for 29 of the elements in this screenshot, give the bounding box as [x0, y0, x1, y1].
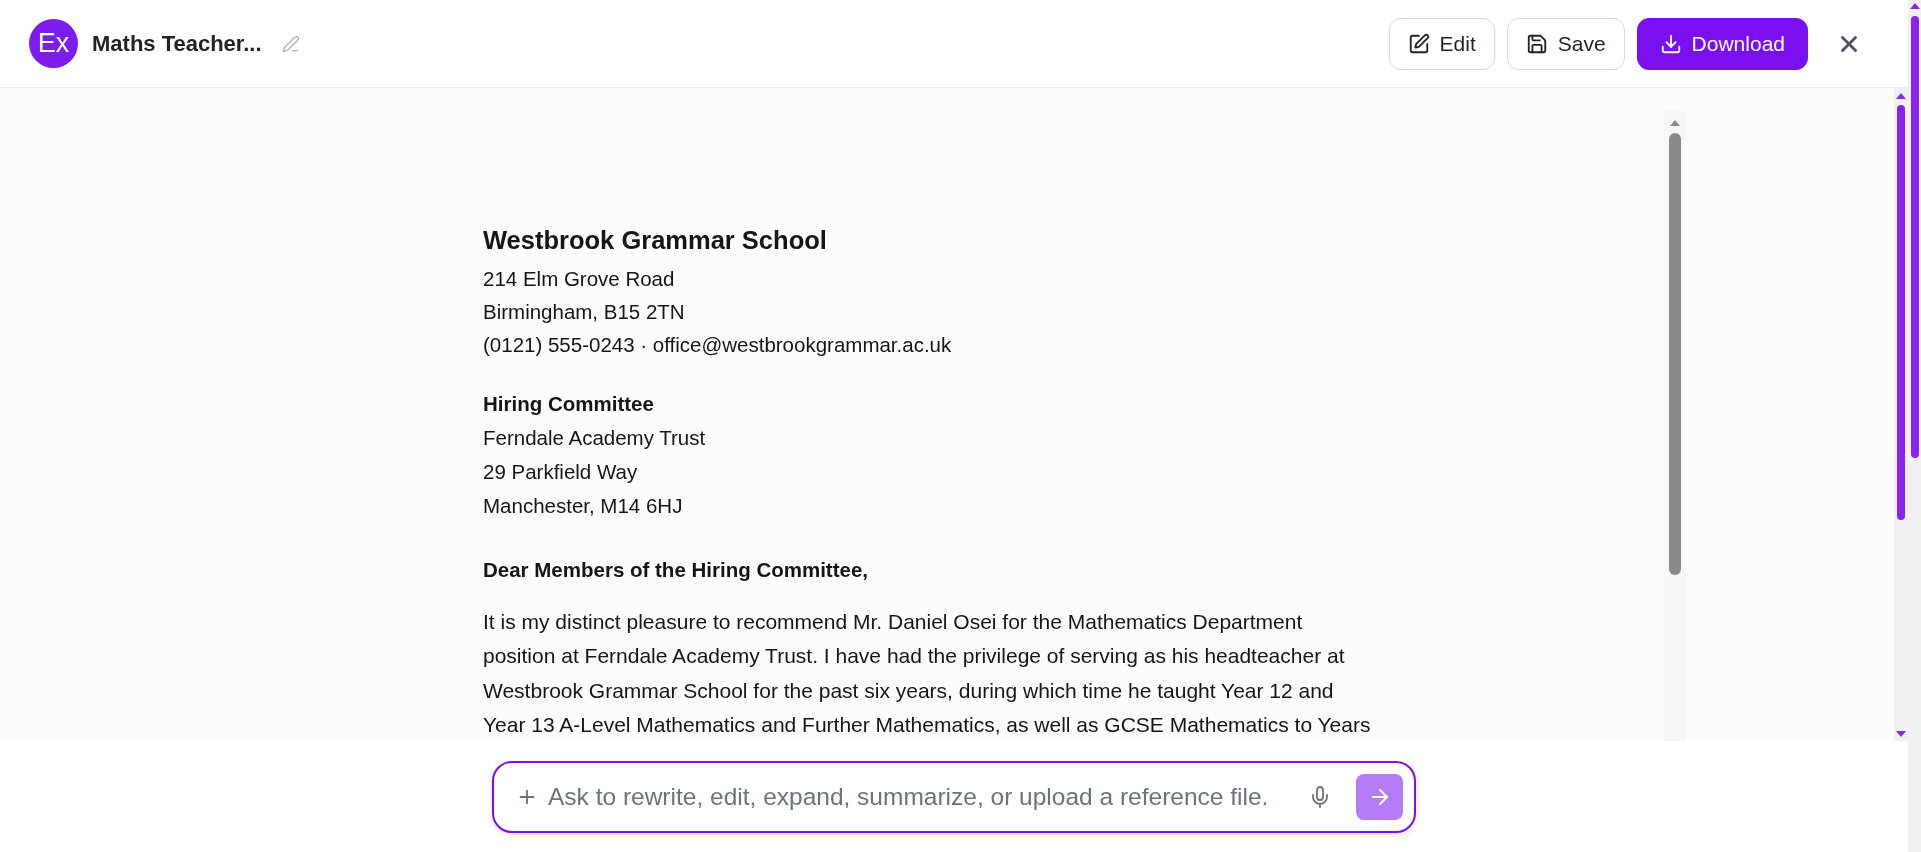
avatar: Ex — [29, 19, 78, 68]
salutation: Dear Members of the Hiring Committee, — [483, 557, 868, 583]
scroll-up-icon[interactable] — [1909, 3, 1920, 9]
scrollbar-thumb[interactable] — [1910, 16, 1919, 458]
download-icon — [1659, 32, 1682, 55]
address-line: (0121) 555-0243 · office@westbrookgrammar.ac.uk — [483, 332, 952, 358]
save-button[interactable]: Save — [1506, 17, 1625, 70]
address-line: Manchester, M14 6HJ — [483, 493, 683, 519]
scroll-up-icon[interactable] — [1670, 120, 1680, 126]
address-line: 29 Parkfield Way — [483, 459, 638, 485]
rename-button[interactable] — [281, 34, 300, 53]
save-icon — [1525, 32, 1548, 55]
address-line: 214 Elm Grove Road — [483, 266, 675, 292]
edit-button[interactable]: Edit — [1388, 17, 1495, 70]
prompt-box[interactable]: Ask to rewrite, edit, expand, summarize, or upload a reference file. — [492, 761, 1416, 833]
scrollbar-thumb[interactable] — [1669, 133, 1681, 575]
recipient-heading: Hiring Committee — [483, 391, 654, 417]
scroll-up-icon[interactable] — [1896, 93, 1906, 99]
edit-icon — [1407, 32, 1430, 55]
download-button[interactable]: Download — [1636, 17, 1808, 70]
address-line: Ferndale Academy Trust — [483, 425, 706, 451]
pencil-icon — [281, 34, 300, 53]
document-title: Maths Teacher... — [92, 30, 262, 58]
prompt-input[interactable]: Ask to rewrite, edit, expand, summarize, or upload a reference file. — [548, 778, 1296, 816]
address-line: Birmingham, B15 2TN — [483, 299, 685, 325]
scroll-down-icon[interactable] — [1896, 731, 1906, 737]
letter-paragraph: It is my distinct pleasure to recommend Mr. Daniel Osei for the Mathematics Department position at Ferndale Academy Trust. I have had the privilege of serving as his headteacher at Westbrook Grammar School for the past six years, during which time he taught Year 12 and Year 13 A-Level Mathematics and Further Mathematics, as well as GCSE Mathematics to Years — [483, 609, 1371, 738]
school-name: Westbrook Grammar School — [483, 225, 827, 256]
scrollbar-thumb[interactable] — [1897, 105, 1905, 520]
